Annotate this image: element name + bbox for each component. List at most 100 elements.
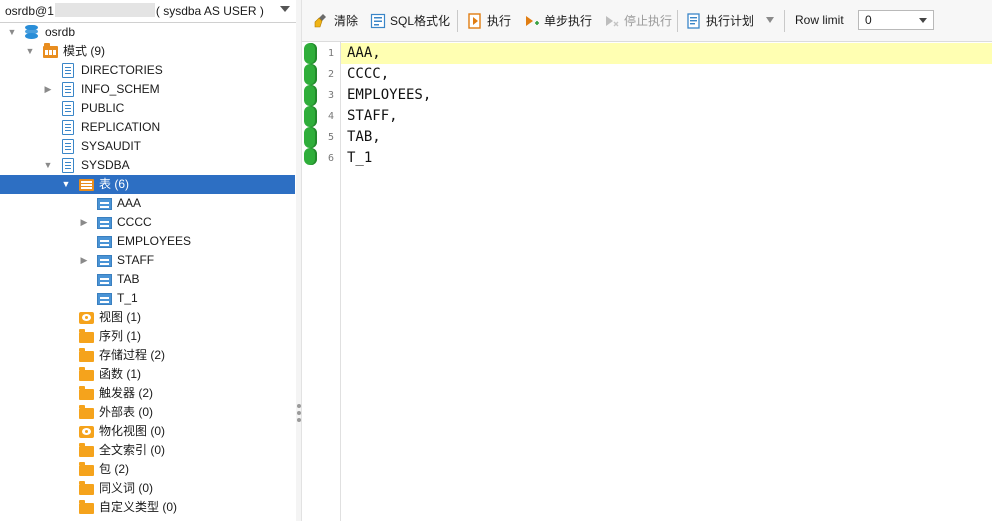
grip-dot-icon [297, 404, 301, 408]
code-line[interactable]: T_1 [341, 148, 992, 169]
editor-toolbar: 清除 SQL格式化 执行 单步执行 停止执行 执行计划 Row limit 0 [302, 0, 992, 42]
expand-right-icon[interactable]: ▶ [79, 213, 89, 232]
expand-right-icon[interactable]: ▶ [79, 251, 89, 270]
tree-node-tables[interactable]: ▼ 表 (6) [0, 175, 295, 194]
toolbar-separator [457, 10, 458, 32]
connection-selector[interactable]: osrdb@1( sysdba AS USER ) [0, 0, 296, 23]
sql-editor[interactable]: 1 2 3 4 5 6 AAA, CCCC, EMPLOYEES, STAFF,… [302, 42, 992, 521]
schema-icon [62, 139, 74, 154]
tree-node-table[interactable]: AAA [0, 194, 295, 213]
view-eye-icon [79, 426, 94, 438]
tree-node-external-tables[interactable]: 外部表 (0) [0, 403, 295, 422]
tree-node-label: 全文索引 (0) [99, 443, 166, 457]
tree-node-functions[interactable]: 函数 (1) [0, 365, 295, 384]
tree-node-label: 包 (2) [99, 462, 130, 476]
tree-node-table[interactable]: T_1 [0, 289, 295, 308]
tree-node-table[interactable]: ▶ STAFF [0, 251, 295, 270]
code-line[interactable]: CCCC, [341, 64, 992, 85]
schemas-folder-icon [43, 43, 58, 58]
tree-node-schema[interactable]: REPLICATION [0, 118, 295, 137]
object-tree: ▼ osrdb ▼ 模式 (9) DIRECTORIES ▶ INFO_SCHE… [0, 23, 295, 517]
tree-node-label: TAB [117, 272, 140, 286]
tree-node-label: SYSAUDIT [81, 139, 142, 153]
tree-node-label: 同义词 (0) [99, 481, 154, 495]
expand-down-icon[interactable]: ▼ [7, 23, 17, 42]
tree-node-label: 存储过程 (2) [99, 348, 166, 362]
execute-icon [468, 13, 481, 29]
folder-icon [79, 405, 94, 419]
tree-node-table[interactable]: EMPLOYEES [0, 232, 295, 251]
folder-icon [79, 481, 94, 495]
tree-node-table[interactable]: TAB [0, 270, 295, 289]
tree-node-label: DIRECTORIES [81, 63, 163, 77]
tree-node-label: 物化视图 (0) [99, 424, 166, 438]
tree-node-sequences[interactable]: 序列 (1) [0, 327, 295, 346]
code-line[interactable]: STAFF, [341, 106, 992, 127]
tree-node-schema[interactable]: ▶ INFO_SCHEM [0, 80, 295, 99]
folder-icon [79, 367, 94, 381]
tree-node-triggers[interactable]: 触发器 (2) [0, 384, 295, 403]
line-number: 3 [327, 90, 335, 101]
broom-icon [314, 14, 326, 28]
table-icon [97, 255, 112, 267]
navigator-panel: osrdb@1( sysdba AS USER ) ▼ osrdb ▼ 模式 (… [0, 0, 297, 521]
stop-icon [606, 16, 619, 27]
folder-icon [79, 386, 94, 400]
table-icon [97, 198, 112, 210]
schema-icon [62, 101, 74, 116]
tree-node-custom-types[interactable]: 自定义类型 (0) [0, 498, 295, 517]
code-line[interactable]: AAA, [341, 43, 992, 64]
schema-icon [62, 158, 74, 173]
expand-down-icon[interactable]: ▼ [25, 42, 35, 61]
line-number: 2 [327, 69, 335, 80]
schema-icon [62, 63, 74, 78]
exec-plan-icon [687, 13, 700, 29]
line-number: 5 [327, 132, 335, 143]
redacted-host [54, 3, 155, 17]
tree-node-label: CCCC [117, 215, 152, 229]
tree-node-schema[interactable]: SYSAUDIT [0, 137, 295, 156]
tree-node-schema[interactable]: DIRECTORIES [0, 61, 295, 80]
folder-icon [79, 348, 94, 362]
statement-marker [304, 85, 317, 106]
database-icon [25, 25, 38, 39]
tree-node-label: REPLICATION [81, 120, 161, 134]
tree-node-label: 函数 (1) [99, 367, 142, 381]
tree-node-synonyms[interactable]: 同义词 (0) [0, 479, 295, 498]
statement-marker [304, 43, 317, 64]
row-limit-select[interactable]: 0 [858, 10, 934, 30]
line-number: 6 [327, 153, 335, 164]
folder-icon [79, 500, 94, 514]
line-number: 4 [327, 111, 335, 122]
statement-marker [304, 64, 317, 85]
format-icon [370, 13, 386, 29]
chevron-down-icon[interactable] [766, 17, 774, 23]
code-line[interactable]: TAB, [341, 127, 992, 148]
tree-node-schemas[interactable]: ▼ 模式 (9) [0, 42, 295, 61]
toolbar-separator [677, 10, 678, 32]
expand-down-icon[interactable]: ▼ [61, 175, 71, 194]
tree-node-schema[interactable]: PUBLIC [0, 99, 295, 118]
expand-right-icon[interactable]: ▶ [43, 80, 53, 99]
statement-marker [304, 148, 317, 165]
code-line[interactable]: EMPLOYEES, [341, 85, 992, 106]
tree-node-label: T_1 [117, 291, 138, 305]
folder-icon [79, 462, 94, 476]
tree-node-table[interactable]: ▶ CCCC [0, 213, 295, 232]
folder-icon [79, 329, 94, 343]
tree-node-root[interactable]: ▼ osrdb [0, 23, 295, 42]
table-icon [97, 293, 112, 305]
view-eye-icon [79, 312, 94, 324]
tree-node-fulltext-indexes[interactable]: 全文索引 (0) [0, 441, 295, 460]
tree-node-procedures[interactable]: 存储过程 (2) [0, 346, 295, 365]
tree-node-label: SYSDBA [81, 158, 130, 172]
tree-node-packages[interactable]: 包 (2) [0, 460, 295, 479]
tables-folder-icon [79, 179, 94, 191]
tree-node-schema[interactable]: ▼ SYSDBA [0, 156, 295, 175]
grip-dot-icon [297, 411, 301, 415]
tree-node-materialized-views[interactable]: 物化视图 (0) [0, 422, 295, 441]
expand-down-icon[interactable]: ▼ [43, 156, 53, 175]
grip-dot-icon [297, 418, 301, 422]
chevron-down-icon[interactable] [280, 6, 290, 12]
tree-node-views[interactable]: 视图 (1) [0, 308, 295, 327]
